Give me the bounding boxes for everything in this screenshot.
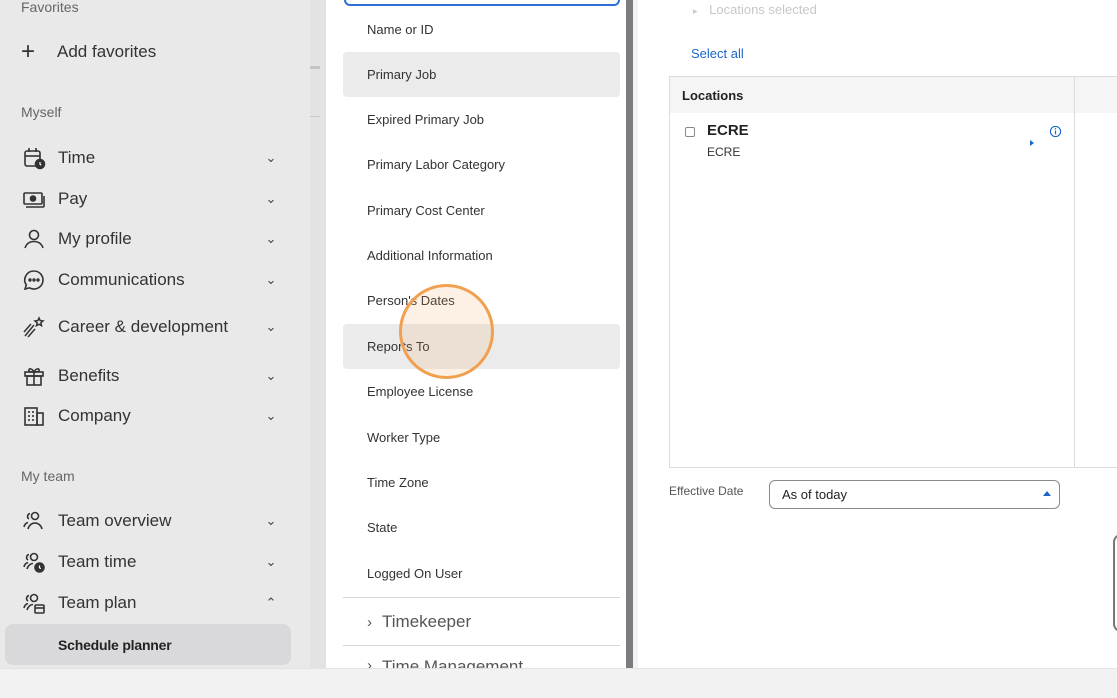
location-subtitle: ECRE xyxy=(707,145,741,159)
chevron-right-icon: › xyxy=(367,657,372,668)
divider xyxy=(1074,77,1075,467)
list-item[interactable]: Name or ID xyxy=(343,7,620,52)
list-item[interactable]: Time Zone xyxy=(343,460,620,505)
chevron-right-icon: › xyxy=(367,613,372,631)
chevron-down-icon: ⌄ xyxy=(265,191,277,206)
gift-icon xyxy=(21,363,47,389)
chevron-down-icon: ⌄ xyxy=(265,231,277,246)
divider xyxy=(310,66,320,69)
select-all-link[interactable]: Select all xyxy=(691,46,744,61)
nav-item-career-development[interactable]: Career & development ⌄ xyxy=(21,306,281,348)
building-icon xyxy=(21,403,47,429)
locations-selected-toggle[interactable]: ▸ Locations selected xyxy=(693,2,817,17)
my-team-heading: My team xyxy=(21,468,75,484)
list-item[interactable]: Worker Type xyxy=(343,415,620,460)
location-checkbox[interactable] xyxy=(685,127,695,137)
divider xyxy=(310,116,320,117)
list-item[interactable]: Employee License xyxy=(343,369,620,414)
chevron-down-icon: ⌄ xyxy=(265,150,277,165)
money-icon xyxy=(21,186,47,212)
person-icon xyxy=(21,226,47,252)
nav-item-label: My profile xyxy=(58,229,132,248)
expand-arrow-icon[interactable] xyxy=(1027,137,1037,149)
nav-item-team-time[interactable]: Team time ⌄ xyxy=(21,549,281,575)
effective-date-value: As of today xyxy=(782,487,848,502)
nav-item-label: Company xyxy=(58,406,131,425)
nav-item-label: Pay xyxy=(58,189,88,208)
favorites-heading: Favorites xyxy=(21,0,79,15)
team-calendar-icon xyxy=(21,590,47,616)
locations-table: Locations ECRE ECRE xyxy=(669,76,1117,468)
nav-item-team-overview[interactable]: Team overview ⌄ xyxy=(21,508,281,534)
panel-edge xyxy=(1113,534,1117,632)
list-group-timekeeper[interactable]: › Timekeeper xyxy=(343,600,620,644)
locations-header: Locations xyxy=(670,77,1117,113)
locations-selected-label: Locations selected xyxy=(709,2,817,17)
calendar-clock-icon xyxy=(21,145,47,171)
list-group-time-management[interactable]: › Time Management xyxy=(343,646,620,668)
chevron-down-icon: ⌄ xyxy=(265,272,277,287)
nav-item-benefits[interactable]: Benefits ⌄ xyxy=(21,363,281,389)
nav-item-label: Team plan xyxy=(58,593,137,612)
nav-item-my-profile[interactable]: My profile ⌄ xyxy=(21,226,281,252)
nav-item-label: Communications xyxy=(58,270,185,289)
list-search-input[interactable] xyxy=(344,0,620,6)
shooting-star-icon xyxy=(21,314,47,340)
left-navigation: Favorites + Add favorites Myself Time ⌄ … xyxy=(0,0,310,668)
add-favorites-label: Add favorites xyxy=(57,42,157,61)
list-group-label: Time Management xyxy=(382,657,524,668)
chevron-down-icon: ⌄ xyxy=(265,408,277,423)
plus-icon: + xyxy=(21,38,36,65)
nav-item-communications[interactable]: Communications ⌄ xyxy=(21,267,281,293)
chevron-down-icon: ⌄ xyxy=(265,319,277,334)
effective-date-select[interactable]: As of today xyxy=(769,480,1060,509)
list-item[interactable]: Primary Cost Center xyxy=(343,188,620,233)
nav-item-label: Team overview xyxy=(58,511,172,530)
chevron-down-icon: ⌄ xyxy=(265,368,277,383)
nav-subitem-schedule-planner[interactable]: Schedule planner xyxy=(5,624,291,665)
list-item[interactable]: Expired Primary Job xyxy=(343,97,620,142)
list-item[interactable]: State xyxy=(343,505,620,550)
nav-item-label: Benefits xyxy=(58,366,120,385)
chevron-down-icon: ⌄ xyxy=(265,513,277,528)
team-icon xyxy=(21,508,47,534)
info-icon[interactable] xyxy=(1049,125,1062,138)
nav-item-pay[interactable]: Pay ⌄ xyxy=(21,186,281,212)
chevron-right-icon: ▸ xyxy=(693,6,698,16)
chevron-up-icon: ⌃ xyxy=(265,595,277,610)
list-item[interactable]: Person's Dates xyxy=(343,278,620,323)
list-item[interactable]: Additional Information xyxy=(343,233,620,278)
nav-item-time[interactable]: Time ⌄ xyxy=(21,145,281,171)
effective-date-label: Effective Date xyxy=(669,484,744,498)
caret-up-icon xyxy=(1043,491,1051,496)
background-strip xyxy=(310,0,326,668)
list-group-label: Timekeeper xyxy=(382,612,472,631)
chevron-down-icon: ⌄ xyxy=(265,554,277,569)
nav-item-label: Time xyxy=(58,148,96,167)
add-favorites-button[interactable]: + Add favorites xyxy=(21,40,156,64)
bottom-bar xyxy=(0,668,1117,698)
nav-item-label: Team time xyxy=(58,552,137,571)
column-options-list: Name or ID Primary Job Expired Primary J… xyxy=(326,0,626,668)
list-item[interactable]: Reports To xyxy=(343,324,620,369)
team-clock-icon xyxy=(21,549,47,575)
list-item[interactable]: Primary Job xyxy=(343,52,620,97)
list-item[interactable]: Primary Labor Category xyxy=(343,142,620,187)
divider xyxy=(343,597,620,598)
nav-item-team-plan[interactable]: Team plan ⌃ xyxy=(21,590,281,616)
nav-item-company[interactable]: Company ⌄ xyxy=(21,403,281,429)
locations-panel: ▸ Locations selected Select all Location… xyxy=(638,0,1117,668)
list-item[interactable]: Logged On User xyxy=(343,551,620,596)
location-name: ECRE xyxy=(707,122,749,139)
myself-heading: Myself xyxy=(21,104,62,120)
nav-item-label: Career & development xyxy=(58,317,229,336)
panel-border xyxy=(626,0,633,668)
chat-bubble-icon xyxy=(21,267,47,293)
